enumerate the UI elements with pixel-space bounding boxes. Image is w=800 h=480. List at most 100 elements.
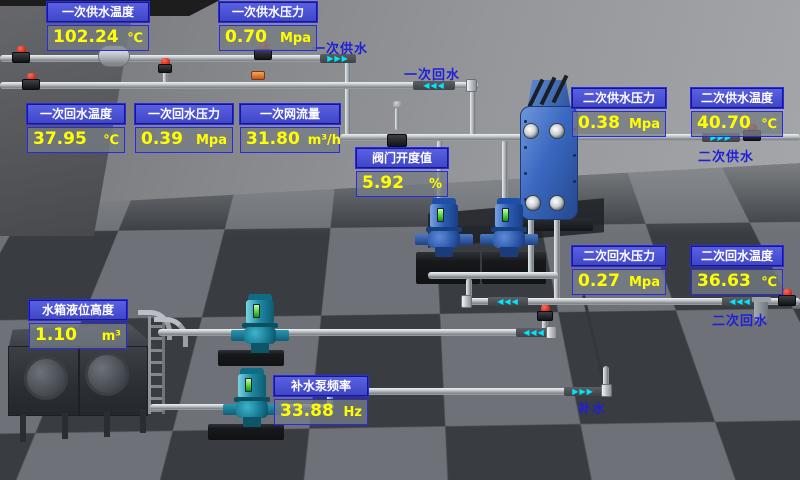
tag-unit: Mpa (188, 129, 227, 152)
pump-nozzle (523, 234, 538, 245)
pump-motor (430, 204, 458, 228)
tag-value-box: 5.92% (356, 171, 448, 197)
tag-value: 31.80 (246, 128, 300, 151)
tag-value: 0.70 (225, 26, 267, 49)
tag-primary-return-temp: 一次回水温度 37.95 ℃ (27, 104, 125, 153)
pump-volute (244, 327, 276, 344)
makeup-pump-2[interactable] (232, 368, 272, 428)
heat-exchanger-port (523, 123, 539, 139)
tag-title: 一次网流量 (240, 104, 340, 124)
pump-volute (236, 401, 268, 418)
pipe-pump-manifold (428, 272, 558, 279)
circulation-pump-2[interactable] (489, 198, 529, 258)
pipe-label-primary-supply: 一次供水 (312, 38, 368, 57)
tank-leg (104, 411, 110, 437)
tag-primary-supply-pressure: 一次供水压力 0.70Mpa (219, 2, 317, 51)
pipe-coupling (466, 79, 477, 92)
tag-value: 33.88 (280, 400, 334, 423)
tank-manhole (85, 352, 129, 396)
tag-primary-return-pressure: 一次回水压力 0.39Mpa (135, 104, 233, 153)
pump-status-light (253, 304, 260, 318)
heat-exchanger-port (549, 123, 565, 139)
tank-leg (20, 414, 26, 442)
tag-value: 1.10 (35, 324, 77, 347)
water-tank-seam (78, 347, 80, 415)
control-valve[interactable] (387, 101, 407, 147)
pump-foot (243, 417, 261, 427)
tag-value: 0.27 (578, 270, 620, 293)
tag-value-box: 40.70℃ (691, 111, 783, 137)
pump-volute (493, 231, 525, 248)
pipe-label-secondary-return: 二次回水 (712, 310, 768, 329)
tag-value: 36.63 (697, 270, 751, 293)
tag-value-box: 102.24℃ (47, 25, 149, 51)
pump-motor (238, 374, 266, 398)
heat-exchanger-bolts (524, 120, 527, 123)
pipe-coupling (461, 295, 472, 308)
pump-nozzle (274, 330, 289, 341)
tag-title: 二次供水压力 (572, 88, 666, 108)
tag-unit: m³ (94, 325, 121, 348)
tag-primary-supply-temp: 一次供水温度 102.24℃ (47, 2, 149, 51)
pipe-primary-supply (0, 55, 350, 62)
tag-secondary-supply-pressure: 二次供水压力 0.38Mpa (572, 88, 666, 137)
tag-title: 补水泵频率 (274, 376, 368, 396)
tag-value: 37.95 (33, 128, 87, 151)
pump-motor (495, 204, 523, 228)
tank-manhole (24, 356, 68, 400)
tag-value: 5.92 (362, 172, 404, 195)
hmi-screen: ▶▶▶ ◀◀◀ ▶▶▶ ◀◀◀ ◀◀◀ (0, 0, 800, 480)
tag-unit: Hz (336, 401, 362, 424)
tag-unit: Mpa (272, 27, 311, 50)
tank-leg (140, 409, 146, 433)
tag-secondary-return-pressure: 二次回水压力 0.27Mpa (572, 246, 666, 295)
tag-valve-opening: 阀门开度值 5.92% (356, 148, 448, 197)
tag-title: 一次回水温度 (27, 104, 125, 124)
makeup-pump-1[interactable] (240, 294, 280, 354)
pump-foot (435, 247, 453, 257)
pipe-primary-return (0, 82, 478, 89)
tag-secondary-supply-temp: 二次供水温度 40.70℃ (691, 88, 783, 137)
tag-unit: ℃ (753, 113, 777, 136)
tag-value-box: 1.10 m³ (29, 323, 127, 349)
tag-value: 102.24 (53, 26, 119, 49)
pipe-pump2-riser (502, 140, 508, 200)
pump-foot (500, 247, 518, 257)
valve-primary-return[interactable] (22, 73, 40, 90)
tag-unit: Mpa (621, 113, 660, 136)
tag-makeup-pump-frequency: 补水泵频率 33.88Hz (274, 376, 368, 425)
tag-secondary-return-temp: 二次回水温度 36.63℃ (691, 246, 783, 295)
valve-bypass[interactable] (158, 58, 172, 73)
pipe-coupling (601, 384, 612, 397)
tag-unit: ℃ (95, 129, 119, 152)
pipe-primary-to-exchanger (340, 134, 530, 141)
tag-value-box: 33.88Hz (274, 399, 368, 425)
flow-arrows-makeup: ▶▶▶ (564, 387, 602, 396)
tag-title: 二次供水温度 (691, 88, 783, 108)
tank-leg (62, 413, 68, 439)
tag-value: 0.38 (578, 112, 620, 135)
tag-value: 0.39 (141, 128, 183, 151)
tag-title: 一次供水温度 (47, 2, 149, 22)
tag-value-box: 0.27Mpa (572, 269, 666, 295)
pipe-primary-supply-drop (345, 58, 351, 138)
tag-title: 一次供水压力 (219, 2, 317, 22)
tag-value-box: 0.39Mpa (135, 127, 233, 153)
pump-status-light (245, 378, 252, 392)
valve-fill[interactable] (537, 305, 553, 321)
tag-tank-level: 水箱液位高度 1.10m³ (29, 300, 127, 349)
tag-value: 40.70 (697, 112, 751, 135)
heat-exchanger-port (549, 195, 565, 211)
pressure-sensor[interactable] (251, 71, 265, 80)
tag-value-box: 0.38Mpa (572, 111, 666, 137)
pipe-label-makeup-water: 补水 (578, 398, 606, 417)
tag-value-box: 37.95 ℃ (27, 127, 125, 153)
tag-value-box: 31.80m³/h (240, 127, 340, 153)
tag-value-box: 0.70Mpa (219, 25, 317, 51)
tag-unit: Mpa (621, 271, 660, 294)
tag-value-box: 36.63℃ (691, 269, 783, 295)
pump-motor (246, 300, 274, 324)
valve-primary-supply-inlet[interactable] (12, 46, 30, 63)
pipe-label-secondary-supply: 二次供水 (698, 146, 754, 165)
circulation-pump-1[interactable] (424, 198, 464, 258)
